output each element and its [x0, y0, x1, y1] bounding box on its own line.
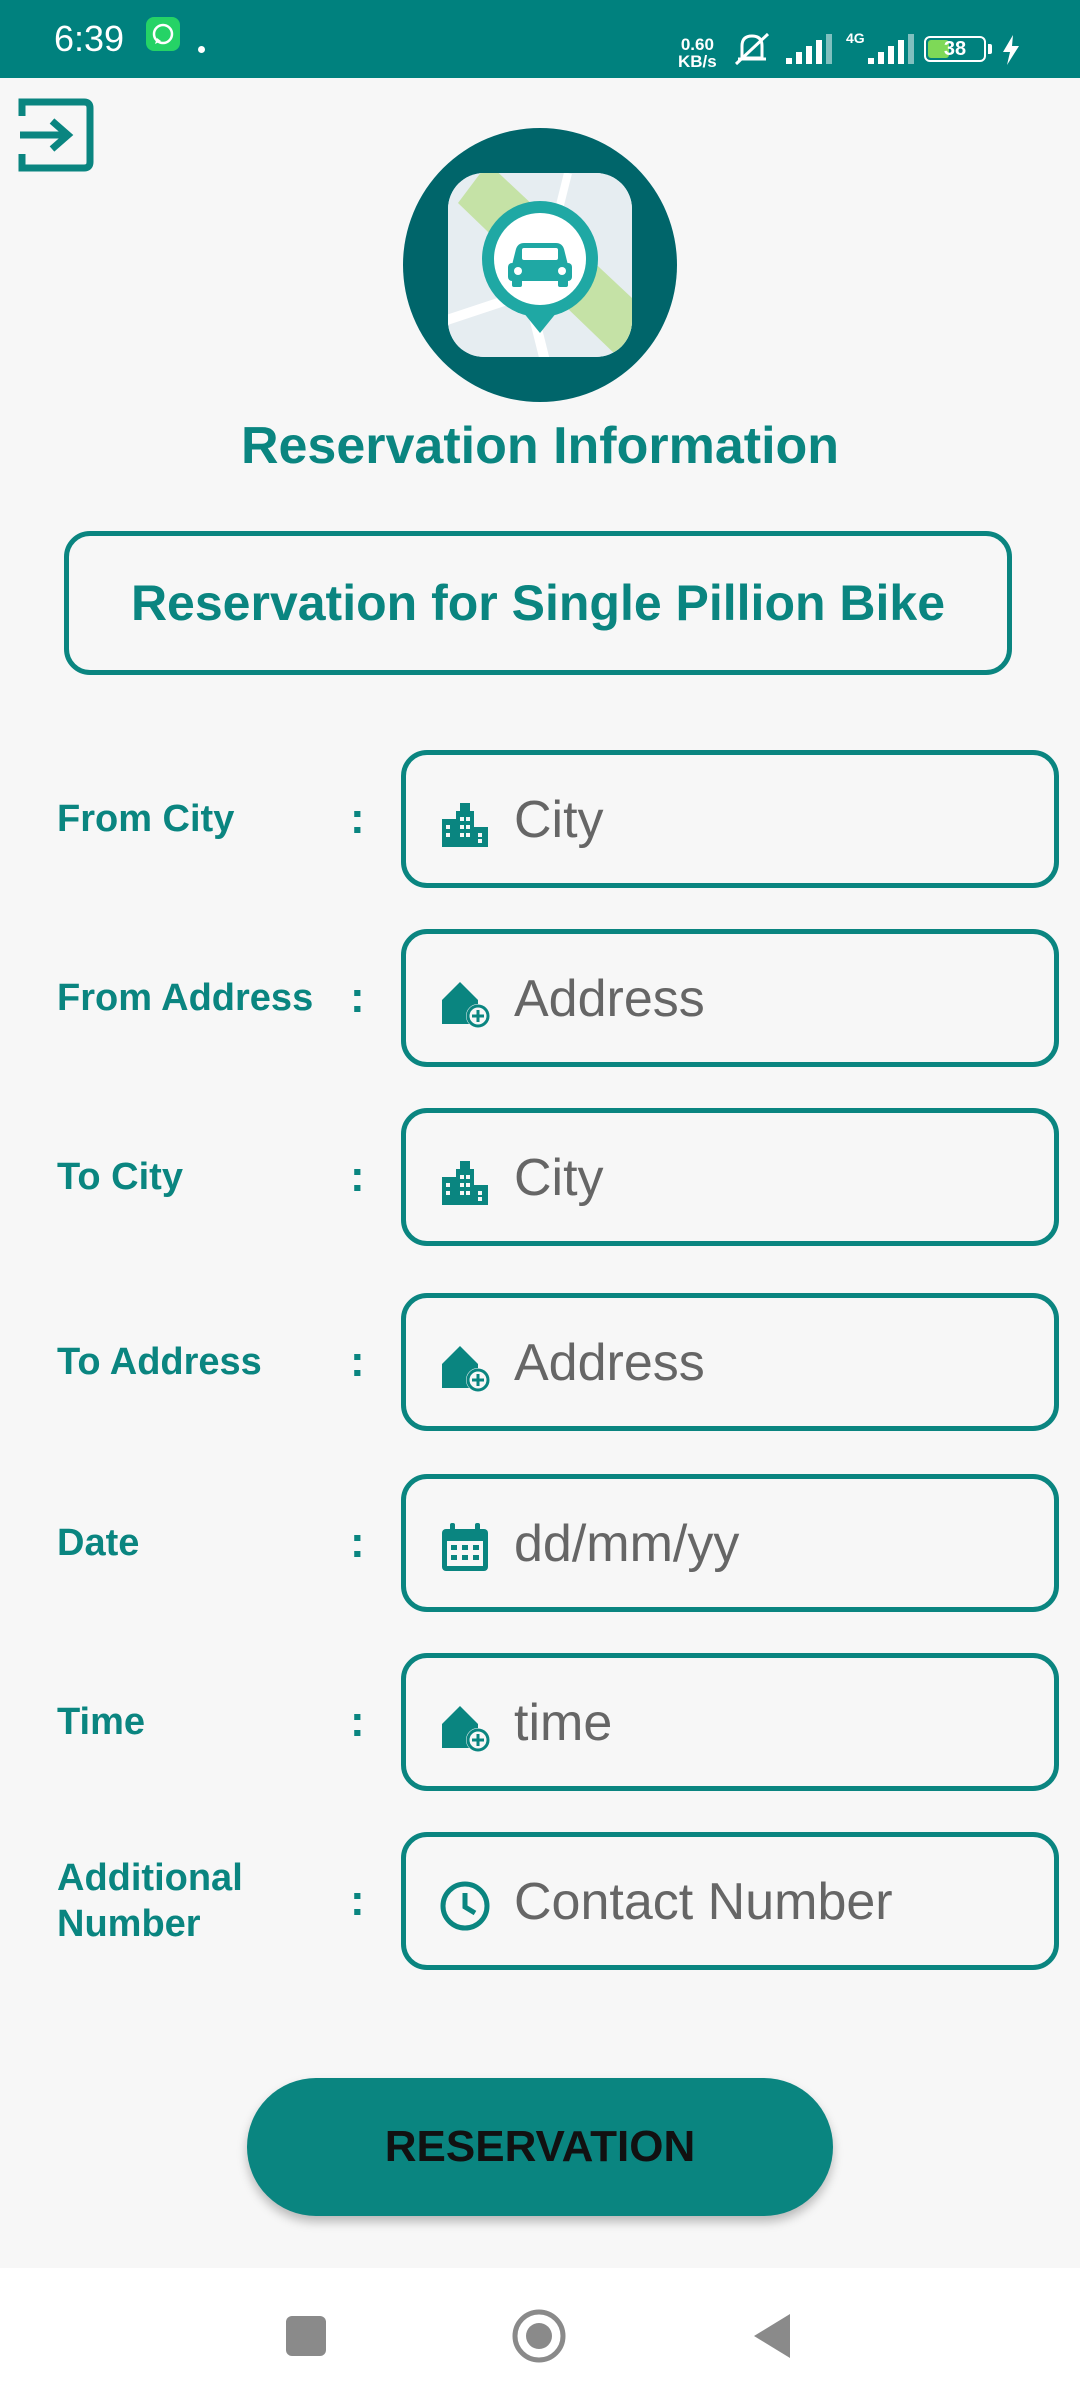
contact-number-input[interactable] — [512, 1861, 1036, 1943]
notification-dot — [198, 46, 205, 53]
from-city-input[interactable] — [512, 779, 1036, 861]
time-label: Time — [57, 1701, 146, 1743]
vehicle-type-banner: Reservation for Single Pillion Bike — [64, 531, 1012, 675]
form-row-date: Date : — [0, 1474, 1080, 1612]
net-speed-unit: KB/s — [678, 52, 717, 71]
network-type: 4G — [846, 30, 865, 46]
label-colon: : — [350, 1152, 365, 1201]
form-row-to-address: To Address : — [0, 1293, 1080, 1431]
app-logo — [403, 128, 677, 402]
form-row-to-city: To City : — [0, 1108, 1080, 1246]
reservation-button[interactable]: RESERVATION — [247, 2078, 833, 2216]
to-city-field[interactable] — [401, 1108, 1059, 1246]
to-city-input[interactable] — [512, 1137, 1036, 1219]
page-title: Reservation Information — [240, 417, 840, 475]
status-bar: 6:39 0.60 KB/s 4G 38 — [0, 0, 1080, 78]
from-city-label: From City — [57, 798, 235, 840]
time-input[interactable] — [512, 1682, 1036, 1764]
home-icon[interactable] — [511, 2308, 567, 2364]
to-address-label: To Address — [57, 1341, 262, 1383]
label-colon: : — [350, 1518, 365, 1567]
exit-icon[interactable] — [12, 92, 98, 183]
add-home-icon — [438, 1700, 492, 1754]
from-address-label: From Address — [57, 977, 314, 1019]
time-field[interactable] — [401, 1653, 1059, 1791]
from-address-input[interactable] — [512, 958, 1036, 1040]
label-colon: : — [350, 794, 365, 843]
battery-icon: 38 — [924, 36, 986, 62]
map-tile — [448, 173, 632, 357]
add-home-icon — [438, 1340, 492, 1394]
status-time: 6:39 — [54, 18, 125, 59]
additional-number-field[interactable] — [401, 1832, 1059, 1970]
from-city-field[interactable] — [401, 750, 1059, 888]
recents-icon[interactable] — [286, 2316, 326, 2356]
label-colon: : — [350, 1697, 365, 1746]
charging-icon — [1000, 34, 1022, 71]
form-row-from-address: From Address : — [0, 929, 1080, 1067]
calendar-icon — [438, 1521, 492, 1575]
date-field[interactable] — [401, 1474, 1059, 1612]
signal-icon — [866, 32, 918, 71]
battery-tip — [988, 44, 992, 54]
form-row-additional-number: Additional Number : — [0, 1832, 1080, 1970]
label-colon: : — [350, 1337, 365, 1386]
signal-icon — [784, 32, 836, 71]
system-nav-bar — [0, 2268, 1080, 2400]
back-icon[interactable] — [752, 2312, 792, 2365]
vehicle-type-text: Reservation for Single Pillion Bike — [130, 575, 946, 631]
label-colon: : — [350, 973, 365, 1022]
clock-icon — [438, 1879, 492, 1933]
to-address-input[interactable] — [512, 1322, 1036, 1404]
whatsapp-icon — [146, 17, 180, 51]
city-icon — [438, 1155, 492, 1209]
bell-off-icon — [732, 30, 772, 73]
to-city-label: To City — [57, 1156, 183, 1198]
date-label: Date — [57, 1522, 140, 1564]
city-icon — [438, 797, 492, 851]
additional-number-label: Additional Number — [57, 1857, 243, 1945]
battery-level-text: 38 — [943, 38, 967, 60]
form-row-time: Time : — [0, 1653, 1080, 1791]
from-address-field[interactable] — [401, 929, 1059, 1067]
label-colon: : — [350, 1876, 365, 1925]
car-location-pin-icon — [448, 173, 632, 357]
add-home-icon — [438, 976, 492, 1030]
date-input[interactable] — [512, 1503, 1036, 1585]
to-address-field[interactable] — [401, 1293, 1059, 1431]
form-row-from-city: From City : — [0, 750, 1080, 888]
net-speed: 0.60 KB/s — [678, 36, 717, 70]
net-speed-value: 0.60 — [680, 35, 714, 54]
